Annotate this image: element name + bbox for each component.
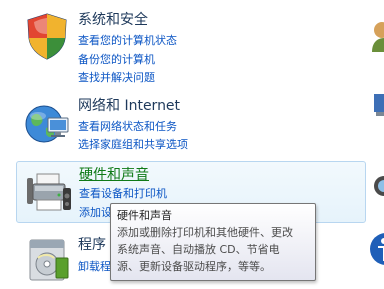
ease-of-access-icon: [370, 225, 384, 275]
category-title[interactable]: 程序: [78, 234, 106, 254]
link-backup-computer[interactable]: 备份您的计算机: [78, 51, 155, 67]
programs-icon: [20, 234, 74, 286]
link-devices-printers[interactable]: 查看设备和打印机: [79, 185, 167, 201]
tooltip-hardware-sound: 硬件和声音 添加或删除打印机和其他硬件、更改 系统声音、自动播放 CD、节省电 …: [110, 203, 316, 281]
tooltip-body-line: 添加或删除打印机和其他硬件、更改: [117, 226, 293, 239]
category-title[interactable]: 网络和 Internet: [78, 95, 180, 115]
link-view-computer-status[interactable]: 查看您的计算机状态: [78, 32, 177, 48]
printer-speaker-icon: [21, 166, 75, 218]
tooltip-body-line: 源、更新设备驱动程序，等等。: [117, 260, 271, 273]
control-panel-page: 系统和安全 查看您的计算机状态 备份您的计算机 查找并解决问题 网络和 Inte…: [0, 0, 384, 289]
user-accounts-icon: [370, 18, 384, 54]
category-network-internet[interactable]: 网络和 Internet 查看网络状态和任务 选择家庭组和共享选项: [16, 92, 366, 156]
category-title[interactable]: 硬件和声音: [79, 164, 149, 184]
tooltip-body-line: 系统声音、自动播放 CD、节省电: [117, 243, 280, 256]
link-homegroup-sharing[interactable]: 选择家庭组和共享选项: [78, 136, 188, 152]
clock-globe-icon: [370, 170, 384, 202]
category-system-security[interactable]: 系统和安全 查看您的计算机状态 备份您的计算机 查找并解决问题: [16, 6, 366, 90]
appearance-icon: [370, 90, 384, 120]
link-uninstall-program[interactable]: 卸载程: [78, 258, 111, 274]
shield-icon: [20, 10, 74, 62]
category-title[interactable]: 系统和安全: [78, 9, 148, 29]
link-add-device[interactable]: 添加设: [79, 204, 112, 220]
network-globe-icon: [20, 98, 74, 150]
link-troubleshoot[interactable]: 查找并解决问题: [78, 69, 155, 85]
link-view-network-status[interactable]: 查看网络状态和任务: [78, 118, 177, 134]
tooltip-title: 硬件和声音: [117, 209, 172, 222]
